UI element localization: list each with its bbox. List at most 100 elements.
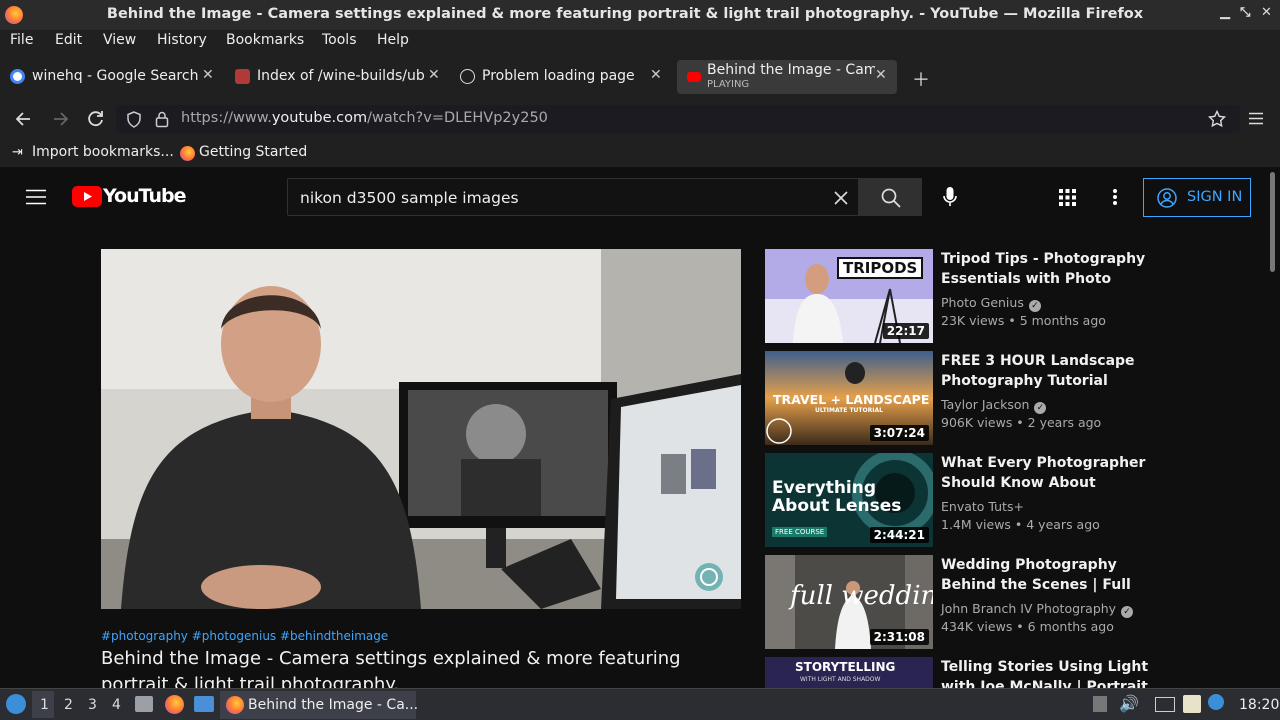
search-button[interactable] — [858, 178, 922, 216]
window-title: Behind the Image - Camera settings expla… — [106, 6, 1144, 22]
recommendation-title[interactable]: What Every Photographer Should Know Abou… — [941, 453, 1151, 493]
import-icon: ⇥ — [12, 145, 23, 160]
menu-help[interactable]: Help — [377, 32, 409, 48]
recommendation-item[interactable]: full wedding 2:31:08 Wedding Photography… — [765, 555, 1165, 649]
tray-clipboard-icon[interactable] — [1093, 696, 1107, 712]
taskbar-window-button[interactable]: Behind the Image - Ca... — [220, 691, 418, 719]
tab-bar: winehq - Google Search ✕ Index of /wine-… — [0, 52, 1280, 100]
url-text[interactable]: https://www.youtube.com/watch?v=DLEHVp2y… — [181, 110, 548, 126]
youtube-play-icon — [72, 186, 102, 207]
navigation-bar: https://www.youtube.com/watch?v=DLEHVp2y… — [0, 100, 1280, 138]
video-thumbnail[interactable]: STORYTELLING WITH LIGHT AND SHADOW — [765, 657, 933, 688]
tab-wine-builds[interactable]: Index of /wine-builds/ubu ✕ — [225, 60, 447, 94]
lock-icon[interactable] — [155, 111, 169, 128]
menu-tools[interactable]: Tools — [322, 32, 357, 48]
page-scrollbar[interactable] — [1270, 172, 1275, 272]
video-frame — [101, 249, 741, 609]
channel-name[interactable]: Photo Genius ✓ — [941, 295, 1041, 312]
close-tab-icon[interactable]: ✕ — [428, 67, 440, 83]
taskbar: 1 2 3 4 Behind the Image - Ca... 🔊 18:20 — [0, 688, 1280, 720]
recommendation-title[interactable]: Tripod Tips - Photography Essentials wit… — [941, 249, 1151, 289]
youtube-wordmark: YouTube — [103, 185, 186, 207]
volume-icon[interactable]: 🔊 — [1119, 694, 1139, 713]
file-manager-icon[interactable] — [135, 696, 153, 712]
bookmark-getting-started[interactable]: Getting Started — [199, 144, 307, 160]
recommendation-title[interactable]: Telling Stories Using Light with Joe McN… — [941, 657, 1151, 688]
tab-problem-loading[interactable]: Problem loading page ✕ — [450, 60, 672, 94]
video-meta: 906K views • 2 years ago — [941, 415, 1102, 430]
tab-youtube-active[interactable]: Behind the Image - Came PLAYING ✕ — [677, 60, 897, 94]
close-window-icon[interactable]: ✕ — [1261, 5, 1272, 20]
workspace-1[interactable]: 1 — [40, 697, 49, 713]
clear-search-icon[interactable] — [834, 191, 848, 205]
info-icon — [460, 69, 475, 84]
recommendation-item[interactable]: TRIPODS 22:17 Tripod Tips - Photography … — [765, 249, 1165, 343]
firefox-icon — [180, 146, 195, 161]
video-thumbnail[interactable]: TRIPODS 22:17 — [765, 249, 933, 343]
more-options-icon[interactable] — [1112, 188, 1118, 206]
video-duration: 2:44:21 — [869, 527, 929, 543]
close-tab-icon[interactable]: ✕ — [202, 67, 214, 83]
url-prefix: https://www. — [181, 110, 272, 126]
desktop-icon[interactable] — [194, 696, 214, 712]
forward-icon[interactable] — [52, 111, 70, 127]
workspace-2[interactable]: 2 — [64, 697, 73, 713]
recommendation-item[interactable]: TRAVEL + LANDSCAPE ULTIMATE TUTORIAL 3:0… — [765, 351, 1165, 445]
channel-label: Taylor Jackson — [941, 397, 1030, 412]
network-icon[interactable] — [1155, 697, 1175, 712]
recommendation-item[interactable]: Everything About Lenses FREE COURSE 2:44… — [765, 453, 1165, 547]
tab-winehq[interactable]: winehq - Google Search ✕ — [0, 60, 220, 94]
bookmark-import[interactable]: Import bookmarks... — [32, 144, 174, 160]
restore-icon[interactable]: ⤡ — [1240, 5, 1250, 20]
video-thumbnail[interactable]: Everything About Lenses FREE COURSE 2:44… — [765, 453, 933, 547]
close-tab-icon[interactable]: ✕ — [875, 67, 887, 83]
video-meta: 23K views • 5 months ago — [941, 313, 1106, 328]
recommendation-title[interactable]: Wedding Photography Behind the Scenes | … — [941, 555, 1151, 595]
workspace-4[interactable]: 4 — [112, 697, 121, 713]
recommendation-item[interactable]: STORYTELLING WITH LIGHT AND SHADOW Telli… — [765, 657, 1165, 688]
recommendation-title[interactable]: FREE 3 HOUR Landscape Photography Tutori… — [941, 351, 1151, 391]
firefox-icon — [226, 696, 244, 714]
search-box[interactable]: nikon d3500 sample images — [287, 178, 867, 216]
apps-grid-icon[interactable] — [1059, 189, 1076, 206]
menu-file[interactable]: File — [10, 32, 33, 48]
bookmark-star-icon[interactable] — [1208, 110, 1226, 128]
video-player[interactable] — [101, 249, 741, 609]
microphone-icon[interactable] — [943, 187, 957, 207]
url-bar[interactable]: https://www.youtube.com/watch?v=DLEHVp2y… — [116, 105, 1240, 133]
search-input[interactable]: nikon d3500 sample images — [300, 189, 519, 207]
notes-icon[interactable] — [1183, 695, 1201, 713]
channel-name[interactable]: Envato Tuts+ — [941, 499, 1024, 514]
back-icon[interactable] — [14, 111, 32, 127]
new-tab-icon[interactable]: ＋ — [912, 66, 930, 92]
minimize-icon[interactable]: ▁ — [1220, 5, 1230, 20]
menu-view[interactable]: View — [103, 32, 136, 48]
channel-name[interactable]: Taylor Jackson ✓ — [941, 397, 1047, 414]
menu-edit[interactable]: Edit — [55, 32, 82, 48]
google-icon — [10, 69, 25, 84]
clock[interactable]: 18:20 — [1239, 697, 1279, 713]
video-hashtags[interactable]: #photography #photogenius #behindtheimag… — [101, 629, 388, 643]
guide-menu-icon[interactable] — [26, 189, 46, 205]
tab-label: Behind the Image - Came — [707, 62, 875, 78]
video-duration: 2:31:08 — [869, 629, 929, 645]
sign-in-button[interactable]: SIGN IN — [1143, 178, 1251, 217]
hamburger-menu-icon[interactable] — [1249, 112, 1263, 125]
menu-history[interactable]: History — [157, 32, 207, 48]
start-menu-icon[interactable] — [6, 694, 26, 714]
shield-icon[interactable] — [126, 111, 142, 128]
close-tab-icon[interactable]: ✕ — [650, 67, 662, 83]
reload-icon[interactable] — [87, 110, 105, 128]
thumbnail-subtext: WITH LIGHT AND SHADOW — [800, 676, 881, 683]
updates-icon[interactable] — [1208, 694, 1224, 710]
video-meta: 434K views • 6 months ago — [941, 619, 1114, 634]
channel-label: Envato Tuts+ — [941, 499, 1024, 514]
video-thumbnail[interactable]: full wedding 2:31:08 — [765, 555, 933, 649]
bookmarks-toolbar: ⇥ Import bookmarks... Getting Started — [0, 138, 1280, 168]
video-thumbnail[interactable]: TRAVEL + LANDSCAPE ULTIMATE TUTORIAL 3:0… — [765, 351, 933, 445]
thumbnail-subtext: ULTIMATE TUTORIAL — [815, 407, 883, 414]
channel-name[interactable]: John Branch IV Photography ✓ — [941, 601, 1134, 618]
menu-bookmarks[interactable]: Bookmarks — [226, 32, 304, 48]
workspace-3[interactable]: 3 — [88, 697, 97, 713]
firefox-launcher-icon[interactable] — [165, 695, 184, 714]
